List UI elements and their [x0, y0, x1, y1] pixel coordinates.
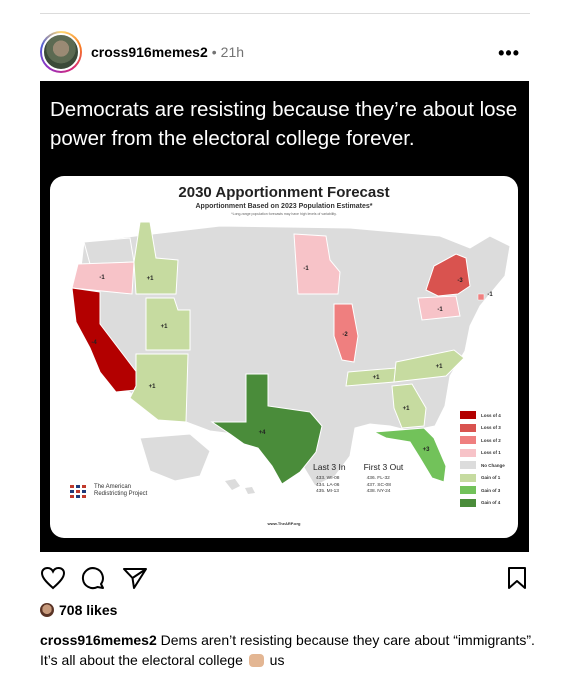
legend-swatch: [460, 473, 476, 482]
legend-label: Loss of 4: [481, 412, 501, 418]
comment-tail: us: [269, 652, 285, 668]
legend-label: Gain of 4: [481, 500, 501, 506]
post-image[interactable]: Democrats are resisting because they’re …: [40, 81, 529, 552]
state-rhode-island: [477, 293, 485, 301]
post-comment: cross916memes2 Dems aren’t resisting bec…: [40, 630, 540, 670]
legend-item: Loss of 4: [460, 409, 505, 422]
legend-label: No Change: [481, 462, 505, 468]
arp-url: www.TheARP.org: [267, 521, 301, 526]
liker-avatar: [40, 603, 54, 617]
legend-item: Loss of 1: [460, 447, 505, 460]
comment-username[interactable]: cross916memes2: [40, 632, 157, 648]
bookmark-icon[interactable]: [506, 566, 528, 590]
label-ny: -3: [457, 278, 463, 284]
share-icon[interactable]: [122, 566, 148, 590]
map-legend: Loss of 4 Loss of 3 Loss of 2 Loss of 1 No C…: [460, 409, 505, 509]
flag-icon: [70, 484, 86, 498]
legend-label: Loss of 2: [481, 437, 501, 443]
legend-swatch: [460, 436, 476, 445]
top-divider: [40, 13, 530, 14]
alaska: [139, 433, 211, 482]
label-ca: -4: [91, 340, 97, 346]
legend-item: Gain of 1: [460, 472, 505, 485]
image-caption: Democrats are resisting because they’re …: [50, 98, 518, 150]
label-ut: +1: [161, 324, 169, 330]
label-ri: -1: [487, 292, 493, 298]
label-il: -2: [342, 332, 348, 338]
legend-label: Gain of 1: [481, 475, 501, 481]
first-out-item: 438. NY-24: [366, 489, 391, 494]
legend-swatch: [460, 423, 476, 432]
legend-label: Loss of 3: [481, 425, 501, 431]
legend-label: Gain of 3: [481, 487, 501, 493]
label-mn: -1: [303, 266, 309, 272]
seat-lists: Last 3 In 433. WI-08 434. LA-06 435. MI-…: [313, 462, 403, 496]
post-actions: [40, 566, 530, 592]
post-header: cross916memes2 • 21h •••: [40, 30, 530, 74]
hawaii: [225, 479, 255, 494]
legend-swatch: [460, 498, 476, 507]
post-username[interactable]: cross916memes2: [91, 44, 208, 60]
legend-swatch: [460, 448, 476, 457]
legend-swatch: [460, 486, 476, 495]
label-az: +1: [149, 384, 157, 390]
legend-item: No Change: [460, 459, 505, 472]
avatar[interactable]: [40, 31, 82, 73]
legend-swatch: [460, 461, 476, 470]
label-tx: +4: [259, 430, 267, 436]
legend-swatch: [460, 411, 476, 420]
label-fl: +3: [423, 447, 431, 453]
likes-count[interactable]: 708 likes: [40, 602, 117, 618]
separator-dot: •: [211, 44, 217, 60]
arp-org-name: The American Redistricting Project: [94, 484, 148, 497]
post-time[interactable]: 21h: [221, 44, 244, 60]
more-options-icon[interactable]: •••: [498, 44, 520, 62]
label-tn: +1: [373, 375, 381, 381]
fist-emoji-icon: [248, 654, 264, 667]
label-or: -1: [99, 275, 105, 281]
state-arizona: [129, 353, 189, 423]
last-in-title: Last 3 In: [313, 462, 346, 472]
avatar-photo: [42, 33, 80, 71]
label-id: +1: [147, 276, 155, 282]
last-in-item: 435. MI-13: [316, 489, 339, 494]
legend-item: Loss of 3: [460, 422, 505, 435]
apportionment-map-card: 2030 Apportionment Forecast Apportionmen…: [50, 176, 518, 538]
legend-item: Loss of 2: [460, 434, 505, 447]
legend-item: Gain of 4: [460, 497, 505, 510]
first-out-list: First 3 Out 436. FL-32 437. SC-08 438. N…: [364, 462, 404, 496]
state-washington: [83, 237, 135, 265]
likes-text: 708 likes: [59, 602, 118, 618]
arp-logo: The American Redistricting Project: [70, 484, 154, 498]
legend-label: Loss of 1: [481, 450, 501, 456]
legend-item: Gain of 3: [460, 484, 505, 497]
first-out-title: First 3 Out: [363, 462, 404, 472]
comment-icon[interactable]: [80, 566, 106, 590]
label-nc: +1: [436, 364, 444, 370]
label-pa: -1: [437, 307, 443, 313]
last-in-list: Last 3 In 433. WI-08 434. LA-06 435. MI-…: [313, 462, 346, 496]
heart-icon[interactable]: [40, 566, 66, 590]
label-ga: +1: [403, 406, 411, 412]
